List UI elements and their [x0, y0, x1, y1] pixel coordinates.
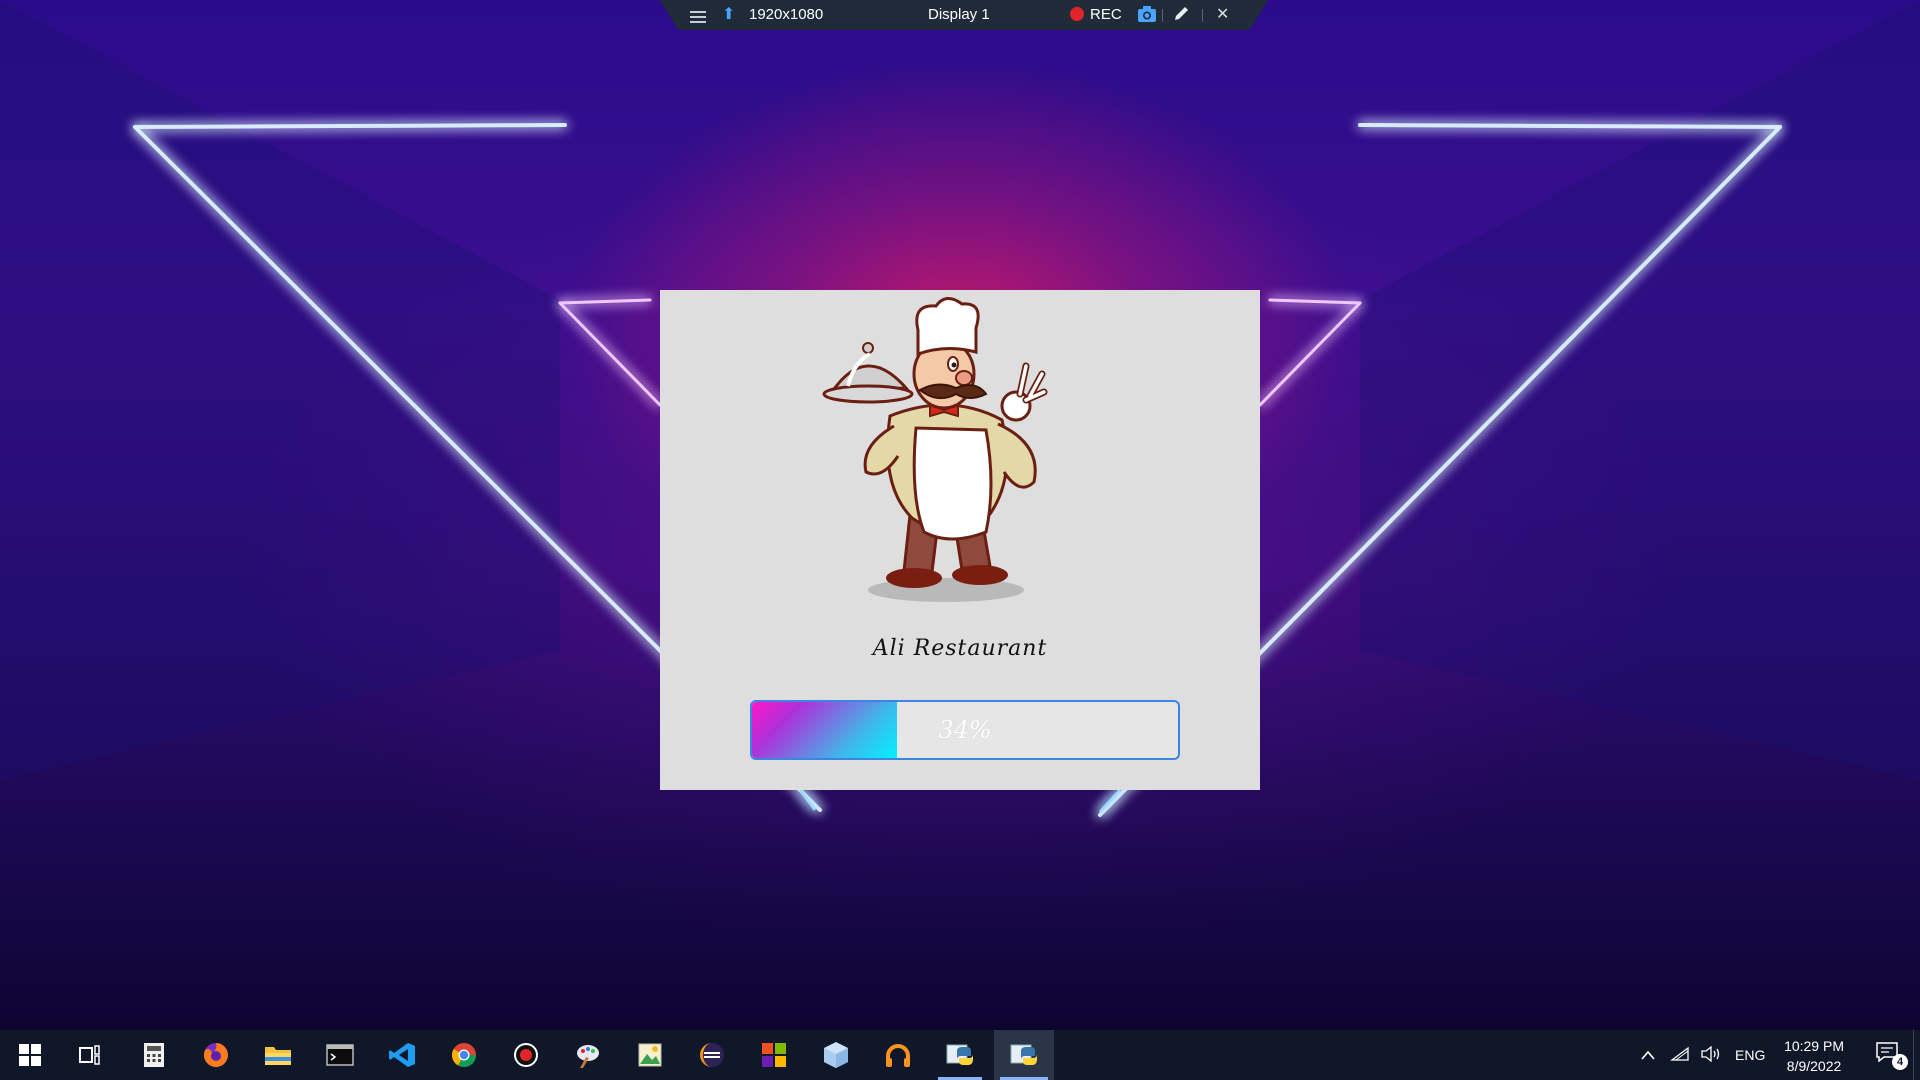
record-icon — [1070, 7, 1084, 21]
close-icon[interactable]: ✕ — [1216, 0, 1229, 30]
network-icon[interactable] — [1670, 1030, 1690, 1080]
eclipse-icon[interactable] — [684, 1030, 740, 1080]
box-app-icon[interactable] — [808, 1030, 864, 1080]
restaurant-title: Ali Restaurant — [872, 636, 1048, 661]
start-icon[interactable] — [2, 1030, 58, 1080]
file-explorer-icon[interactable] — [250, 1030, 306, 1080]
notification-count-badge: 4 — [1892, 1054, 1908, 1070]
chrome-icon[interactable] — [436, 1030, 492, 1080]
record-label: REC — [1090, 6, 1122, 23]
chef-mascot-image — [822, 297, 1048, 602]
remote-display-toolbar: ⬆ 1920x1080 Display 1 REC ✕ — [660, 0, 1268, 30]
show-hidden-icons-chevron-icon[interactable] — [1640, 1030, 1656, 1080]
pen-icon[interactable] — [1172, 0, 1190, 30]
firefox-icon[interactable] — [188, 1030, 244, 1080]
display-selector[interactable]: Display 1 — [928, 0, 990, 30]
image-viewer-icon[interactable] — [622, 1030, 678, 1080]
loading-progress-bar: 34% — [750, 700, 1180, 760]
record-button[interactable]: REC — [1070, 0, 1122, 30]
python-running-icon[interactable] — [994, 1030, 1054, 1080]
vscode-icon[interactable] — [374, 1030, 430, 1080]
pin-icon[interactable]: ⬆ — [722, 0, 735, 30]
volume-icon[interactable] — [1700, 1030, 1722, 1080]
python-app-icon[interactable] — [932, 1030, 988, 1080]
paint-icon[interactable] — [560, 1030, 616, 1080]
clock-time: 10:29 PM — [1784, 1038, 1844, 1054]
clock[interactable]: 10:29 PM 8/9/2022 — [1784, 1036, 1844, 1076]
taskbar: ENG 10:29 PM 8/9/2022 4 — [0, 1030, 1920, 1080]
headphones-app-icon[interactable] — [870, 1030, 926, 1080]
windows-store-icon[interactable] — [746, 1030, 802, 1080]
progress-percent-label: 34% — [938, 716, 992, 744]
notifications-icon[interactable]: 4 — [1876, 1042, 1908, 1070]
resolution-label: 1920x1080 — [749, 6, 824, 23]
clock-date: 8/9/2022 — [1786, 1058, 1842, 1074]
camera-icon[interactable] — [1137, 0, 1157, 30]
show-desktop-button[interactable] — [1913, 1030, 1920, 1080]
calculator-icon[interactable] — [126, 1030, 182, 1080]
splash-window: Ali Restaurant 34% — [660, 290, 1260, 790]
terminal-icon[interactable] — [312, 1030, 368, 1080]
task-view-icon[interactable] — [62, 1030, 118, 1080]
language-indicator[interactable]: ENG — [1735, 1030, 1765, 1080]
menu-icon[interactable] — [690, 8, 706, 23]
recorder-icon[interactable] — [498, 1030, 554, 1080]
